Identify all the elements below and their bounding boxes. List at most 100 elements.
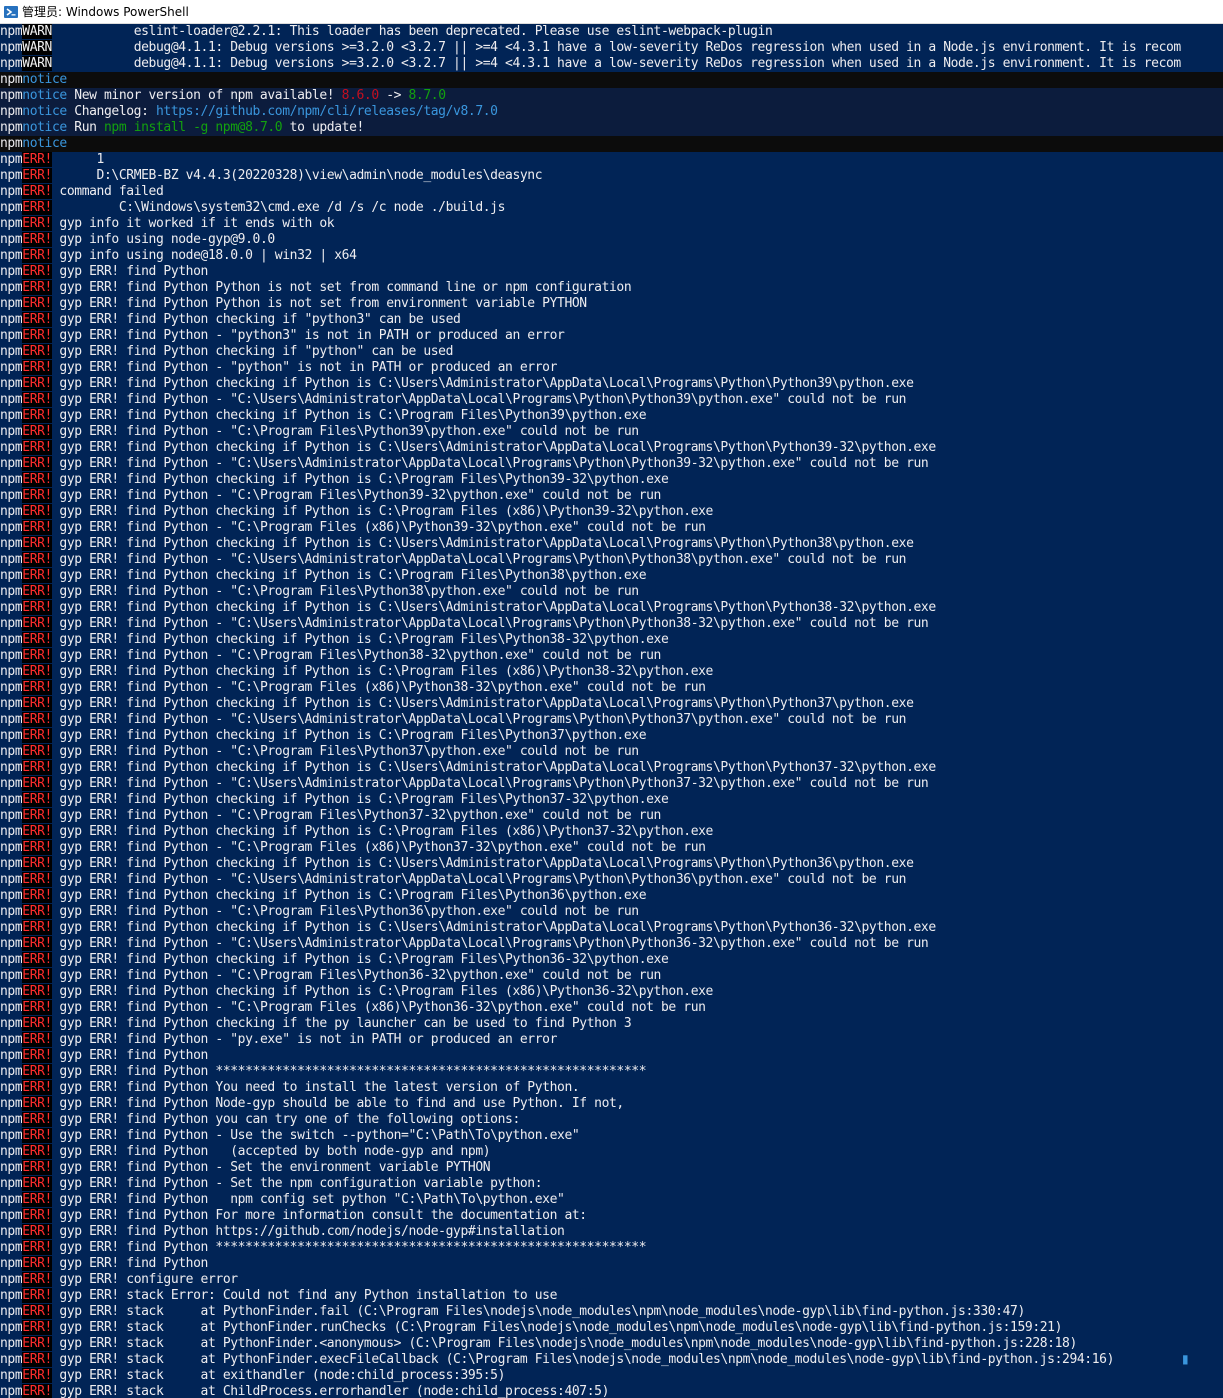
terminal-line: npmERR! gyp info using node-gyp@9.0.0 bbox=[0, 232, 1223, 248]
line-text: gyp ERR! find Python npm config set pyth… bbox=[52, 1192, 565, 1207]
line-text: gyp ERR! find Python - "py.exe" is not i… bbox=[52, 1032, 558, 1047]
terminal-line: npmERR! gyp ERR! find Python you can try… bbox=[0, 1112, 1223, 1128]
log-level: ERR! bbox=[22, 1016, 52, 1031]
line-prefix: npm bbox=[0, 1160, 23, 1175]
line-text: gyp ERR! find Python checking if Python … bbox=[52, 920, 936, 935]
line-prefix: npm bbox=[0, 472, 23, 487]
version-arrow: -> bbox=[378, 88, 409, 103]
log-level: ERR! bbox=[22, 616, 52, 631]
line-prefix: npm bbox=[0, 248, 23, 263]
log-level: ERR! bbox=[22, 152, 52, 167]
new-version: 8.7.0 bbox=[408, 88, 447, 103]
line-prefix: npm bbox=[0, 216, 23, 231]
line-prefix: npm bbox=[0, 1176, 23, 1191]
log-level: ERR! bbox=[22, 1192, 52, 1207]
line-text: gyp ERR! find Python Python is not set f… bbox=[52, 296, 587, 311]
log-level: ERR! bbox=[22, 392, 52, 407]
log-level: ERR! bbox=[22, 1128, 52, 1143]
terminal-line: npmERR! gyp ERR! stack at PythonFinder.f… bbox=[0, 1304, 1223, 1320]
line-tail: to update! bbox=[282, 120, 365, 135]
line-prefix: npm bbox=[0, 440, 23, 455]
line-prefix: npm bbox=[0, 904, 23, 919]
line-prefix: npm bbox=[0, 120, 23, 135]
line-text: gyp ERR! stack at exithandler (node:chil… bbox=[52, 1368, 506, 1383]
log-level: ERR! bbox=[22, 1160, 52, 1175]
title-bar[interactable]: 管理员: Windows PowerShell bbox=[0, 0, 1223, 24]
line-text: gyp ERR! find Python - "C:\Program Files… bbox=[52, 968, 661, 983]
terminal-line: npmnotice bbox=[0, 72, 1223, 88]
line-prefix: npm bbox=[0, 408, 23, 423]
line-prefix: npm bbox=[0, 696, 23, 711]
line-text: gyp info it worked if it ends with ok bbox=[52, 216, 335, 231]
log-level: ERR! bbox=[22, 296, 52, 311]
log-level: ERR! bbox=[22, 1240, 52, 1255]
log-level: ERR! bbox=[22, 1000, 52, 1015]
terminal-line: npmERR! gyp ERR! find Python - "C:\Progr… bbox=[0, 968, 1223, 984]
line-text: gyp ERR! find Python Node-gyp should be … bbox=[52, 1096, 624, 1111]
line-prefix: npm bbox=[0, 632, 23, 647]
line-prefix: npm bbox=[0, 712, 23, 727]
line-text: gyp ERR! find Python checking if the py … bbox=[52, 1016, 632, 1031]
line-prefix: npm bbox=[0, 984, 23, 999]
line-prefix: npm bbox=[0, 648, 23, 663]
line-prefix: npm bbox=[0, 664, 23, 679]
terminal-line: npmERR! gyp ERR! find Python - Set the e… bbox=[0, 1160, 1223, 1176]
line-text: gyp ERR! stack at ChildProcess.errorhand… bbox=[52, 1384, 609, 1398]
line-text: gyp ERR! find Python Python is not set f… bbox=[52, 280, 632, 295]
line-prefix: npm bbox=[0, 568, 23, 583]
terminal-line: npmERR! gyp ERR! find Python - "C:\Users… bbox=[0, 776, 1223, 792]
line-text: gyp ERR! find Python You need to install… bbox=[52, 1080, 580, 1095]
log-level: ERR! bbox=[22, 232, 52, 247]
terminal-line: npmnotice Run npm install -g npm@8.7.0 t… bbox=[0, 120, 1223, 136]
log-level: ERR! bbox=[22, 648, 52, 663]
terminal-line: npmWARN debug@4.1.1: Debug versions >=3.… bbox=[0, 56, 1223, 72]
line-text: gyp ERR! stack Error: Could not find any… bbox=[52, 1288, 558, 1303]
line-text: Run bbox=[66, 120, 104, 135]
terminal-line: npmERR! gyp ERR! find Python - "python" … bbox=[0, 360, 1223, 376]
terminal-line: npmERR! gyp ERR! find Python - "C:\Progr… bbox=[0, 904, 1223, 920]
line-text: debug@4.1.1: Debug versions >=3.2.0 <3.2… bbox=[52, 56, 1182, 71]
terminal-line: npmERR! gyp ERR! find Python checking if… bbox=[0, 984, 1223, 1000]
terminal-line: npmERR! gyp ERR! find Python Python is n… bbox=[0, 296, 1223, 312]
line-text: gyp info using node@18.0.0 | win32 | x64 bbox=[52, 248, 357, 263]
line-text: gyp ERR! find Python bbox=[52, 1256, 208, 1271]
line-text: gyp ERR! find Python bbox=[52, 1048, 208, 1063]
line-prefix: npm bbox=[0, 808, 23, 823]
line-prefix: npm bbox=[0, 952, 23, 967]
line-prefix: npm bbox=[0, 1320, 23, 1335]
terminal-line: npmERR! gyp ERR! find Python You need to… bbox=[0, 1080, 1223, 1096]
terminal-line: npmERR! gyp ERR! find Python bbox=[0, 264, 1223, 280]
line-prefix: npm bbox=[0, 520, 23, 535]
log-level: ERR! bbox=[22, 424, 52, 439]
terminal-line: npmWARN eslint-loader@2.2.1: This loader… bbox=[0, 24, 1223, 40]
line-text: gyp ERR! find Python (accepted by both n… bbox=[52, 1144, 491, 1159]
line-prefix: npm bbox=[0, 920, 23, 935]
terminal-line: npmERR! gyp ERR! find Python checking if… bbox=[0, 920, 1223, 936]
line-text: gyp ERR! find Python checking if Python … bbox=[52, 952, 669, 967]
log-level: ERR! bbox=[22, 904, 52, 919]
line-text: gyp ERR! find Python - "C:\Program Files… bbox=[52, 424, 639, 439]
log-level: ERR! bbox=[22, 376, 52, 391]
log-level: notice bbox=[22, 72, 67, 87]
line-prefix: npm bbox=[0, 1128, 23, 1143]
log-level: ERR! bbox=[22, 920, 52, 935]
log-level: ERR! bbox=[22, 600, 52, 615]
line-prefix: npm bbox=[0, 776, 23, 791]
line-prefix: npm bbox=[0, 1272, 23, 1287]
line-text: gyp ERR! stack at PythonFinder.fail (C:\… bbox=[52, 1304, 1025, 1319]
log-level: ERR! bbox=[22, 808, 52, 823]
terminal-line: npmERR! gyp ERR! find Python checking if… bbox=[0, 440, 1223, 456]
log-level: ERR! bbox=[22, 488, 52, 503]
terminal-line: npmERR! gyp ERR! find Python https://git… bbox=[0, 1224, 1223, 1240]
terminal-line: npmERR! gyp ERR! find Python checking if… bbox=[0, 504, 1223, 520]
line-text: gyp ERR! find Python - "C:\Users\Adminis… bbox=[52, 552, 907, 567]
line-prefix: npm bbox=[0, 840, 23, 855]
terminal-line: npmERR! gyp ERR! find Python checking if… bbox=[0, 376, 1223, 392]
terminal-output[interactable]: npmWARN eslint-loader@2.2.1: This loader… bbox=[0, 24, 1223, 1398]
line-text: gyp ERR! find Python - "python" is not i… bbox=[52, 360, 558, 375]
log-level: ERR! bbox=[22, 280, 52, 295]
line-text: gyp ERR! find Python - "C:\Users\Adminis… bbox=[52, 616, 929, 631]
terminal-line: npmERR! 1 bbox=[0, 152, 1223, 168]
line-prefix: npm bbox=[0, 552, 23, 567]
line-text: gyp ERR! find Python - "C:\Users\Adminis… bbox=[52, 936, 929, 951]
